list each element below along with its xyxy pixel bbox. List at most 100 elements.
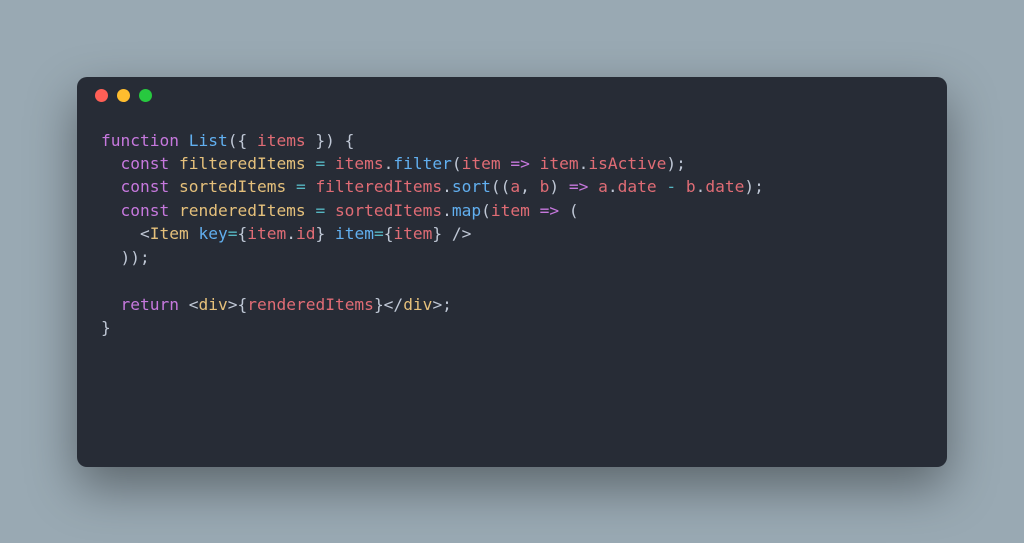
code-token: b [686, 177, 696, 196]
code-line [101, 269, 923, 292]
code-token: return [121, 295, 179, 314]
code-token: = [296, 177, 306, 196]
code-token: . [286, 224, 296, 243]
code-token: const [121, 154, 170, 173]
code-token: key [198, 224, 227, 243]
code-token: item [491, 201, 530, 220]
code-token: b [540, 177, 550, 196]
code-token: date [705, 177, 744, 196]
code-token [657, 177, 667, 196]
minimize-icon[interactable] [117, 89, 130, 102]
code-token: renderedItems [179, 201, 306, 220]
code-token [306, 154, 316, 173]
code-token: < [179, 295, 199, 314]
code-token: sortedItems [335, 201, 442, 220]
code-token: } /> [432, 224, 471, 243]
code-token [286, 177, 296, 196]
code-token: sortedItems [179, 177, 286, 196]
code-token: }</ [374, 295, 403, 314]
code-token: div [403, 295, 432, 314]
code-token: ) [549, 177, 569, 196]
code-token: { [384, 224, 394, 243]
code-line: } [101, 316, 923, 339]
code-token: item [393, 224, 432, 243]
code-line: <Item key={item.id} item={item} /> [101, 222, 923, 245]
code-token [101, 154, 121, 173]
code-token [306, 201, 316, 220]
code-token: = [315, 154, 325, 173]
code-token: ( [481, 201, 491, 220]
code-token: (( [491, 177, 511, 196]
code-token: . [696, 177, 706, 196]
code-token: ({ [228, 131, 257, 150]
code-line: )); [101, 246, 923, 269]
code-token [169, 201, 179, 220]
code-token [676, 177, 686, 196]
code-token: items [257, 131, 306, 150]
code-token: = [374, 224, 384, 243]
code-token: Item [150, 224, 189, 243]
code-token: , [520, 177, 540, 196]
code-token: ); [666, 154, 686, 173]
code-token: . [442, 177, 452, 196]
code-line: function List({ items }) { [101, 129, 923, 152]
code-token: ); [744, 177, 764, 196]
code-line: const filteredItems = items.filter(item … [101, 152, 923, 175]
code-token [169, 177, 179, 196]
code-token: item [335, 224, 374, 243]
code-token [588, 177, 598, 196]
code-token: sort [452, 177, 491, 196]
code-token: items [335, 154, 384, 173]
code-token: renderedItems [247, 295, 374, 314]
code-token: { [237, 224, 247, 243]
code-token [101, 295, 121, 314]
code-token [101, 177, 121, 196]
code-token: >{ [228, 295, 248, 314]
code-token: => [510, 154, 530, 173]
code-token: >; [432, 295, 452, 314]
code-token [189, 224, 199, 243]
code-token: a [510, 177, 520, 196]
code-token: const [121, 177, 170, 196]
maximize-icon[interactable] [139, 89, 152, 102]
code-token: => [540, 201, 560, 220]
code-token [501, 154, 511, 173]
code-token: . [384, 154, 394, 173]
code-token [530, 154, 540, 173]
window-titlebar [77, 77, 947, 115]
code-token: const [121, 201, 170, 220]
code-token: = [228, 224, 238, 243]
code-token: } [101, 318, 111, 337]
code-token [306, 177, 316, 196]
close-icon[interactable] [95, 89, 108, 102]
code-token [179, 131, 189, 150]
code-token: filter [393, 154, 451, 173]
code-line: const renderedItems = sortedItems.map(it… [101, 199, 923, 222]
code-token: - [666, 177, 676, 196]
code-token: )); [101, 248, 150, 267]
code-token [530, 201, 540, 220]
code-token [169, 154, 179, 173]
code-token: isActive [588, 154, 666, 173]
code-token: item [462, 154, 501, 173]
code-token [101, 201, 121, 220]
code-token: map [452, 201, 481, 220]
code-token: . [608, 177, 618, 196]
code-token: filteredItems [315, 177, 442, 196]
code-token: = [315, 201, 325, 220]
code-editor-window: function List({ items }) { const filtere… [77, 77, 947, 467]
code-token: ( [559, 201, 579, 220]
code-token [325, 154, 335, 173]
code-token: item [247, 224, 286, 243]
code-line: const sortedItems = filteredItems.sort((… [101, 175, 923, 198]
code-token: List [189, 131, 228, 150]
code-token: < [101, 224, 150, 243]
code-token: ( [452, 154, 462, 173]
code-token: . [442, 201, 452, 220]
code-token: filteredItems [179, 154, 306, 173]
code-token: item [540, 154, 579, 173]
code-token: date [618, 177, 657, 196]
code-token: . [579, 154, 589, 173]
code-token: function [101, 131, 179, 150]
code-token: }) { [306, 131, 355, 150]
